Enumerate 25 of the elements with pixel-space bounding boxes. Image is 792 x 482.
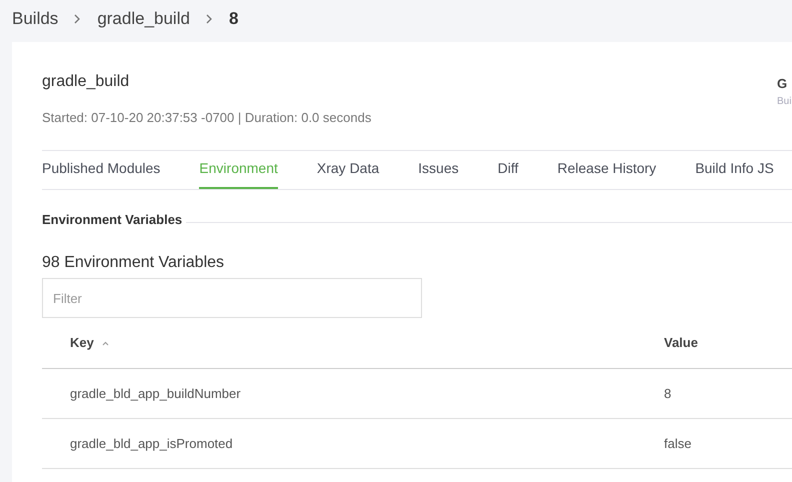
breadcrumb-link[interactable]: Builds [12,6,58,32]
side-subtitle: Bui [777,94,792,108]
side-title: G [777,75,788,93]
table-cell-text: false [664,434,692,453]
table-cell-text: gradle_bld_app_buildNumber [69,384,242,403]
sort-up-icon [102,340,109,346]
tab[interactable]: Xray Data [316,150,380,188]
breadcrumb-current: 8 [228,8,238,30]
tab[interactable]: Published Modules [42,150,160,188]
column-header[interactable]: Key [42,333,664,353]
count-title: 98 Environment Variables [42,253,226,273]
tab[interactable]: Build Info JS [695,150,774,188]
breadcrumb-link[interactable]: gradle_build [97,6,190,32]
chevron-right-icon [74,14,82,24]
build-meta: Started: 07-10-20 20:37:53 -0700 | Duration: 0.0 seconds [42,109,372,127]
table-cell-text: 8 [664,384,672,403]
tab[interactable]: Issues [418,150,459,188]
table-cell-text: gradle_bld_app_isPromoted [69,434,234,453]
column-header[interactable]: Value [664,333,792,353]
tab[interactable]: Release History [557,150,656,188]
build-title: gradle_build [42,72,130,92]
filter-field[interactable]: Filter [42,278,422,318]
section-title: Environment Variables [42,210,182,228]
tab[interactable]: Diff [498,150,518,188]
chevron-right-icon [206,14,213,24]
